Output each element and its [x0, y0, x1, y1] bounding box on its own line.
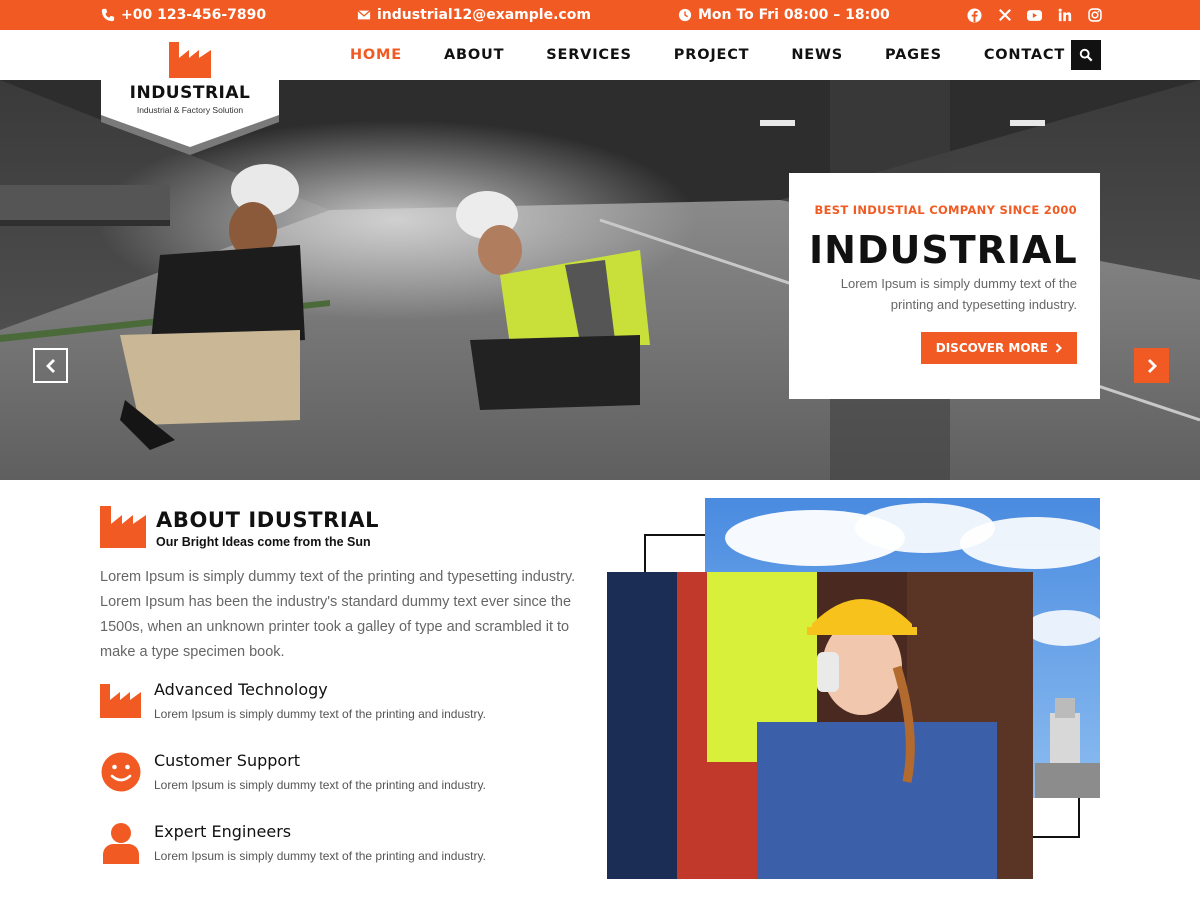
chevron-right-icon	[1055, 343, 1062, 353]
feature-description: Lorem Ipsum is simply dummy text of the …	[154, 707, 486, 721]
factory-icon	[100, 684, 141, 718]
hero-description: Lorem Ipsum is simply dummy text of the …	[840, 276, 1077, 312]
logo-tagline: Industrial & Factory Solution	[136, 105, 244, 115]
feature-description: Lorem Ipsum is simply dummy text of the …	[154, 778, 486, 792]
image-frame-decoration	[644, 534, 714, 574]
search-button[interactable]	[1071, 40, 1101, 70]
about-subtitle: Our Bright Ideas come from the Sun	[156, 535, 371, 549]
search-icon	[1079, 48, 1093, 62]
x-icon[interactable]	[997, 8, 1012, 23]
nav-item-services[interactable]: SERVICES	[546, 47, 632, 63]
smile-icon	[101, 752, 141, 792]
instagram-icon[interactable]	[1087, 8, 1102, 23]
feature-customer-support: Customer Support Lorem Ipsum is simply d…	[100, 751, 580, 801]
prev-slide-button[interactable]	[33, 348, 68, 383]
top-bar: +00 123-456-7890 industrial12@example.co…	[0, 0, 1200, 30]
email-address: industrial12@example.com	[377, 7, 591, 23]
factory-icon	[100, 506, 146, 548]
clock-icon	[678, 8, 692, 22]
nav-item-home[interactable]: HOME	[350, 47, 402, 63]
discover-more-button[interactable]: DISCOVER MORE	[920, 332, 1077, 364]
nav-item-project[interactable]: PROJECT	[674, 47, 750, 63]
worker-on-phone-image	[607, 572, 1033, 879]
hero-caption-card: BEST INDUSTIAL COMPANY SINCE 2000 INDUST…	[789, 173, 1100, 399]
youtube-icon[interactable]	[1027, 8, 1042, 23]
linkedin-icon[interactable]	[1057, 8, 1072, 23]
nav-item-news[interactable]: NEWS	[791, 47, 843, 63]
feature-title: Expert Engineers	[154, 822, 292, 841]
feature-advanced-technology: Advanced Technology Lorem Ipsum is simpl…	[100, 680, 580, 730]
facebook-icon[interactable]	[967, 7, 982, 23]
site-logo[interactable]: INDUSTRIAL Industrial & Factory Solution	[101, 30, 279, 155]
phone-number: +00 123-456-7890	[121, 7, 267, 23]
user-icon	[103, 823, 139, 864]
discover-more-label: DISCOVER MORE	[935, 341, 1048, 355]
business-hours: Mon To Fri 08:00 – 18:00	[678, 0, 890, 30]
feature-expert-engineers: Expert Engineers Lorem Ipsum is simply d…	[100, 822, 580, 872]
envelope-icon	[357, 10, 371, 20]
feature-title: Advanced Technology	[154, 680, 328, 699]
email-contact[interactable]: industrial12@example.com	[357, 0, 591, 30]
nav-item-about[interactable]: ABOUT	[444, 47, 504, 63]
hero-title: INDUSTRIAL	[809, 228, 1078, 272]
chevron-left-icon	[45, 358, 55, 373]
phone-icon	[101, 8, 115, 22]
hero-kicker: BEST INDUSTIAL COMPANY SINCE 2000	[814, 203, 1077, 217]
hours-text: Mon To Fri 08:00 – 18:00	[698, 7, 890, 23]
about-title: ABOUT IDUSTRIAL	[156, 508, 380, 532]
about-paragraph: Lorem Ipsum is simply dummy text of the …	[100, 569, 576, 660]
phone-contact[interactable]: +00 123-456-7890	[101, 0, 266, 30]
logo-name: INDUSTRIAL	[129, 83, 251, 103]
chevron-right-icon	[1147, 358, 1157, 373]
feature-description: Lorem Ipsum is simply dummy text of the …	[154, 849, 486, 863]
feature-title: Customer Support	[154, 751, 301, 770]
social-links	[967, 0, 1102, 30]
next-slide-button[interactable]	[1134, 348, 1169, 383]
nav-item-pages[interactable]: PAGES	[885, 47, 942, 63]
main-nav: HOME ABOUT SERVICES PROJECT NEWS PAGES C…	[350, 30, 1107, 80]
nav-item-contact[interactable]: CONTACT	[984, 47, 1065, 63]
image-frame-decoration	[1030, 798, 1080, 838]
